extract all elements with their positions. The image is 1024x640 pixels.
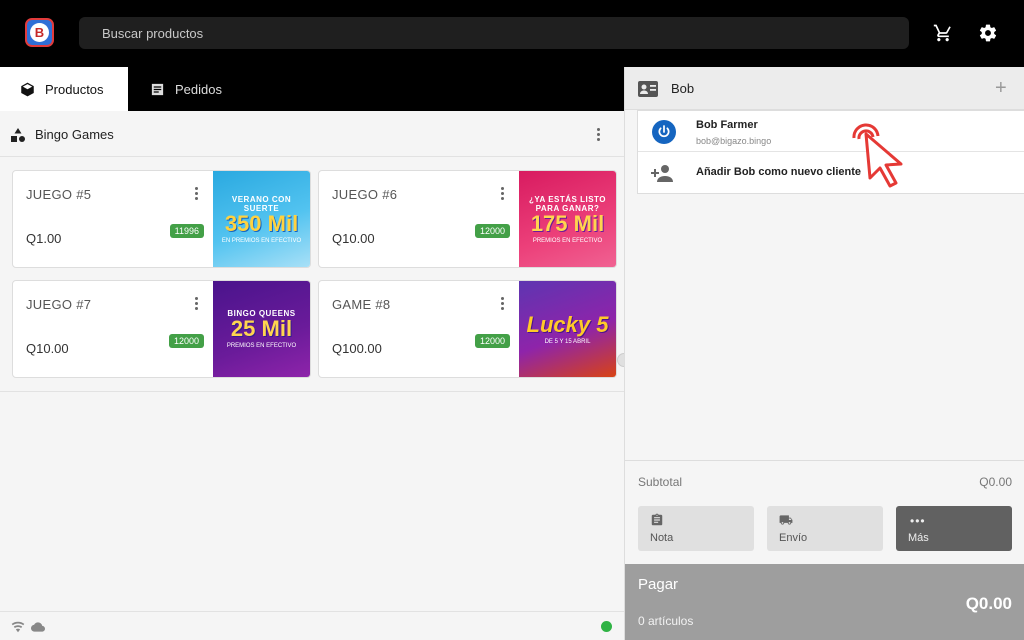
more-dots-icon: ••• <box>910 514 926 528</box>
note-button-label: Nota <box>650 532 674 544</box>
product-price: Q100.00 <box>332 341 382 356</box>
product-image-subcaption: PREMIOS EN EFECTIVO <box>532 237 603 244</box>
online-status-indicator <box>601 621 612 632</box>
stock-badge: 11996 <box>169 224 204 238</box>
product-image: ¿YA ESTÁS LISTO PARA GANAR? 175 Mil PREM… <box>519 171 616 267</box>
suggestion-customer[interactable]: Bob Farmer bob@bigazo.bingo <box>638 111 1024 152</box>
product-image-headline: 175 Mil <box>530 210 605 236</box>
wifi-icon <box>11 621 25 633</box>
product-card[interactable]: JUEGO #6 Q10.00 12000 ¿YA ESTÁS LISTO PA… <box>318 170 617 268</box>
stock-badge: 12000 <box>474 224 510 238</box>
product-title: JUEGO #6 <box>332 187 398 202</box>
power-icon <box>652 120 676 144</box>
product-grid: JUEGO #5 Q1.00 11996 VERANO CON SUERTE 3… <box>0 157 624 392</box>
product-title: JUEGO #7 <box>26 297 92 312</box>
shipping-button[interactable]: Envío <box>767 506 883 551</box>
pay-total: Q0.00 <box>965 594 1012 613</box>
tab-label: Pedidos <box>175 81 222 97</box>
product-menu-icon[interactable] <box>188 295 204 311</box>
product-image-headline: 25 Mil <box>230 316 293 341</box>
customer-search-bar[interactable]: Bob + <box>625 67 1024 110</box>
app-logo[interactable]: B <box>25 18 54 47</box>
category-menu-icon[interactable] <box>590 126 606 142</box>
cart-icon[interactable] <box>932 22 954 44</box>
clipboard-icon <box>651 513 663 526</box>
product-price: Q10.00 <box>332 231 375 246</box>
product-image: BINGO QUEENS 25 Mil PREMIOS EN EFECTIVO <box>213 281 310 377</box>
category-title: Bingo Games <box>35 127 114 142</box>
suggestion-email: bob@bigazo.bingo <box>696 136 772 146</box>
product-menu-icon[interactable] <box>188 185 204 201</box>
suggestion-name: Bob Farmer <box>696 119 758 131</box>
customer-input[interactable]: Bob <box>671 81 694 96</box>
order-summary: Subtotal Q0.00 Nota Envío ••• Más <box>625 460 1024 564</box>
tab-bar: Productos Pedidos <box>0 67 624 111</box>
top-bar: B <box>0 0 1024 67</box>
product-image-subcaption: DE 5 Y 15 ABRIL <box>544 338 591 345</box>
stock-badge: 12000 <box>168 334 204 348</box>
subtotal-label: Subtotal <box>638 475 683 489</box>
tab-pedidos[interactable]: Pedidos <box>128 67 258 111</box>
truck-icon <box>779 515 793 525</box>
add-new-customer-option[interactable]: Añadir Bob como nuevo cliente <box>638 153 1024 194</box>
product-card[interactable]: JUEGO #7 Q10.00 12000 BINGO QUEENS 25 Mi… <box>12 280 311 378</box>
products-panel: Productos Pedidos Bingo Games JUEGO #5 Q… <box>0 67 624 640</box>
product-price: Q1.00 <box>26 231 62 246</box>
category-header: Bingo Games <box>0 111 624 157</box>
pay-label: Pagar <box>638 576 679 593</box>
product-image: VERANO CON SUERTE 350 Mil EN PREMIOS EN … <box>213 171 310 267</box>
product-title: JUEGO #5 <box>26 187 92 202</box>
tab-label: Productos <box>45 81 104 97</box>
note-button[interactable]: Nota <box>638 506 754 551</box>
more-button[interactable]: ••• Más <box>896 506 1012 551</box>
product-image-headline: 350 Mil <box>224 210 299 236</box>
customer-suggestions: Bob Farmer bob@bigazo.bingo Añadir Bob c… <box>637 110 1024 194</box>
product-title: GAME #8 <box>332 297 391 312</box>
add-customer-label: Añadir Bob como nuevo cliente <box>696 166 862 178</box>
product-image-caption: ¿YA ESTÁS LISTO PARA GANAR? <box>529 194 606 213</box>
subtotal-value: Q0.00 <box>979 475 1012 489</box>
list-icon <box>151 83 164 95</box>
product-image-headline: Lucky 5 <box>526 311 609 337</box>
click-cursor-icon <box>852 123 903 188</box>
status-bar <box>0 611 624 640</box>
product-card[interactable]: GAME #8 Q100.00 12000 Lucky 5 DE 5 Y 15 … <box>318 280 617 378</box>
product-menu-icon[interactable] <box>494 185 510 201</box>
item-count: 0 artículos <box>638 614 694 628</box>
more-button-label: Más <box>908 532 929 544</box>
product-image-subcaption: EN PREMIOS EN EFECTIVO <box>221 237 302 244</box>
add-person-icon <box>651 165 673 182</box>
cloud-icon <box>31 622 45 632</box>
shipping-button-label: Envío <box>779 532 808 544</box>
search-bar[interactable] <box>79 17 909 49</box>
tab-productos[interactable]: Productos <box>0 67 128 111</box>
product-price: Q10.00 <box>26 341 69 356</box>
pay-button[interactable]: Pagar 0 artículos Q0.00 <box>625 564 1024 640</box>
order-panel: Bob + Bob Farmer bob@bigazo.bingo Añadir… <box>624 67 1024 640</box>
search-input[interactable] <box>79 17 909 49</box>
product-image-subcaption: PREMIOS EN EFECTIVO <box>226 343 297 349</box>
product-image-caption: VERANO CON SUERTE <box>231 194 292 213</box>
product-menu-icon[interactable] <box>494 295 510 311</box>
contact-card-icon <box>638 81 658 97</box>
shapes-icon <box>11 128 25 142</box>
add-customer-button[interactable]: + <box>995 78 1007 98</box>
gear-icon[interactable] <box>977 22 999 44</box>
cube-icon <box>21 82 34 96</box>
product-image: Lucky 5 DE 5 Y 15 ABRIL <box>519 281 616 377</box>
stock-badge: 12000 <box>474 334 510 348</box>
product-card[interactable]: JUEGO #5 Q1.00 11996 VERANO CON SUERTE 3… <box>12 170 311 268</box>
